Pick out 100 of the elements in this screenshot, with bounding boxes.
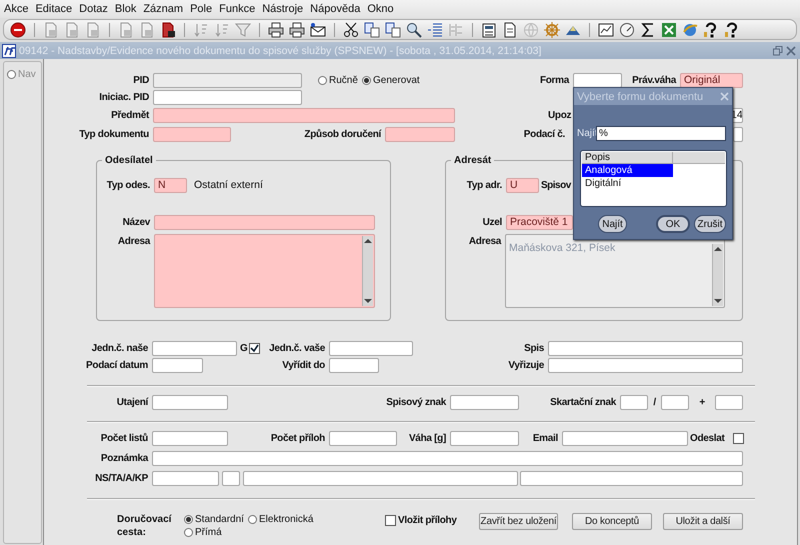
close-icon[interactable] — [786, 46, 796, 56]
input-field[interactable] — [548, 358, 743, 373]
input-field[interactable] — [329, 358, 379, 373]
input-field[interactable]: U — [506, 178, 539, 193]
chart-icon[interactable] — [598, 22, 614, 38]
menu-item[interactable]: Akce — [4, 3, 28, 15]
field-label: Doručovací cesta: — [117, 513, 173, 539]
field-label: Předmět — [110, 109, 149, 123]
draft-button[interactable]: Do konceptů — [572, 513, 652, 530]
input-field[interactable] — [661, 395, 689, 410]
radio-button[interactable]: Standardní — [184, 513, 248, 526]
input-field[interactable] — [450, 395, 519, 410]
input-field[interactable] — [715, 395, 743, 410]
menu-item[interactable]: Funkce — [219, 3, 256, 15]
input-field[interactable] — [153, 108, 455, 123]
list-item[interactable]: Analogová — [582, 164, 673, 177]
input-field[interactable]: Originál — [680, 73, 743, 88]
field-label: Vyřizuje — [507, 359, 544, 373]
menu-item[interactable]: Dotaz — [79, 3, 108, 15]
input-field[interactable]: N — [154, 178, 187, 193]
restore-icon[interactable] — [773, 46, 783, 56]
checkbox[interactable]: G — [240, 341, 261, 356]
input-field[interactable] — [152, 358, 203, 373]
menu-item[interactable]: Nástroje — [262, 3, 304, 15]
radio-button[interactable]: Elektronická — [248, 513, 328, 526]
stop-icon[interactable] — [10, 22, 26, 38]
value-text: Ostatní externí — [194, 178, 264, 193]
copy-icon[interactable] — [385, 22, 401, 38]
app-icon — [2, 44, 16, 58]
search-icon[interactable] — [406, 22, 422, 38]
menu-item[interactable]: Záznam — [143, 3, 184, 15]
search-field[interactable]: % — [596, 126, 726, 141]
input-field[interactable] — [520, 471, 743, 486]
radio-button[interactable]: Přímá — [184, 526, 248, 539]
input-field[interactable] — [153, 90, 302, 105]
document-icon[interactable] — [160, 22, 176, 38]
checkbox[interactable]: Odeslat — [690, 431, 744, 446]
help-icon[interactable] — [703, 22, 719, 38]
close-without-saving-button[interactable]: Zavřít bez uložení — [479, 513, 558, 530]
input-field[interactable] — [450, 431, 519, 446]
printer-icon[interactable] — [289, 22, 305, 38]
input-field[interactable] — [243, 471, 518, 486]
radio-button[interactable]: Generovat — [362, 73, 424, 88]
field-label: Upoz — [548, 109, 572, 123]
spreadsheet-icon[interactable] — [661, 22, 677, 38]
field-label: Způsob doručení — [303, 128, 381, 142]
input-field[interactable] — [152, 431, 228, 446]
field-label: Podací datum — [85, 359, 148, 373]
sigma-icon[interactable] — [640, 22, 656, 38]
input-field[interactable] — [152, 341, 237, 356]
scissors-icon[interactable] — [343, 22, 359, 38]
menu-item[interactable]: Pole — [190, 3, 212, 15]
field-label: PID — [132, 74, 149, 88]
document-icon[interactable] — [502, 22, 518, 38]
filter-icon[interactable] — [235, 22, 251, 38]
sort-icon[interactable] — [193, 22, 209, 38]
sort-icon[interactable] — [214, 22, 230, 38]
printer-icon[interactable] — [268, 22, 284, 38]
menu-item[interactable]: Editace — [35, 3, 72, 15]
input-field[interactable]: Pracoviště 1 — [506, 215, 573, 230]
input-field[interactable] — [573, 73, 622, 88]
input-field[interactable] — [152, 451, 743, 466]
input-field[interactable] — [620, 395, 648, 410]
menu-item[interactable]: Blok — [114, 3, 136, 15]
field-label: Počet příloh — [270, 432, 325, 446]
window-title: 09142 - Nadstavby/Evidence nového dokumentu do spisové služby (SPSNEW) - [sobota , 31.05.2014, 21:14:03] — [19, 44, 542, 56]
radio-button[interactable]: Ručně — [318, 73, 361, 88]
scrollbar[interactable] — [362, 236, 373, 306]
input-field[interactable] — [562, 431, 688, 446]
cancel-button[interactable]: Zrušit — [694, 215, 726, 233]
checkbox[interactable]: Vložit přílohy — [385, 513, 465, 528]
list-item[interactable]: Digitální — [582, 177, 673, 190]
input-field[interactable] — [548, 341, 743, 356]
copy-icon[interactable] — [364, 22, 380, 38]
menu-item[interactable]: Okno — [367, 3, 394, 15]
field-label: Skartační znak — [549, 396, 616, 410]
input-field[interactable] — [329, 341, 413, 356]
help-icon[interactable] — [724, 22, 740, 38]
arrow-down-icon[interactable] — [364, 299, 372, 304]
find-button[interactable]: Najít — [598, 215, 627, 233]
list-icon[interactable] — [427, 22, 443, 38]
wheel-icon[interactable] — [544, 22, 560, 38]
menu-item[interactable]: Nápověda — [310, 3, 360, 15]
field-label: Vyřídit do — [281, 359, 325, 373]
ok-button[interactable]: OK — [656, 215, 690, 233]
input-field[interactable] — [152, 395, 228, 410]
input-field[interactable] — [152, 471, 219, 486]
input-field[interactable] — [222, 471, 240, 486]
field-label: Forma — [538, 74, 569, 88]
input-field[interactable] — [329, 431, 397, 446]
arrow-up-icon[interactable] — [364, 238, 372, 243]
gauge-icon[interactable] — [619, 22, 635, 38]
browser-icon[interactable] — [682, 22, 698, 38]
input-field[interactable] — [733, 127, 743, 142]
input-field[interactable] — [154, 215, 375, 230]
save-and-next-button[interactable]: Uložit a další — [663, 513, 743, 530]
globe-icon[interactable] — [523, 22, 539, 38]
input-field[interactable] — [385, 127, 455, 142]
input-field[interactable] — [153, 127, 231, 142]
envelope-icon[interactable] — [310, 22, 326, 38]
